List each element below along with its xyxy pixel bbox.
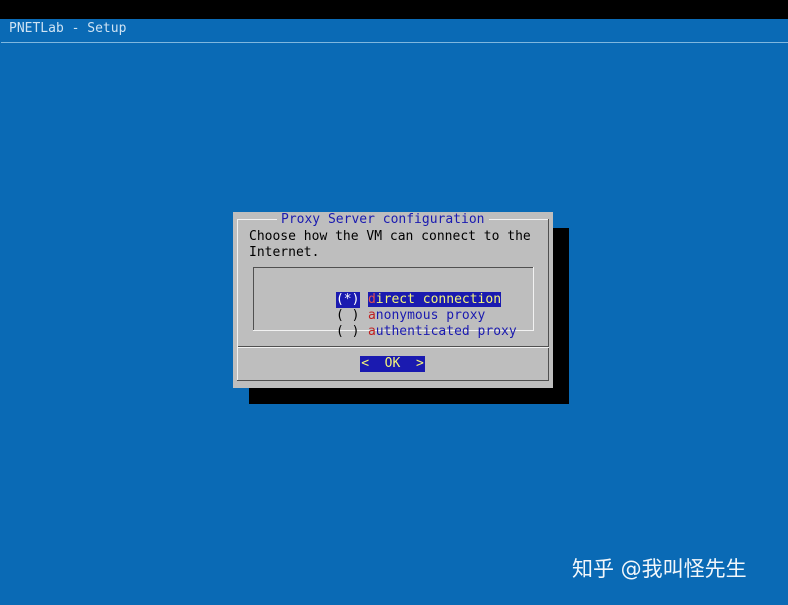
dialog-frame-right (548, 219, 549, 381)
dialog-frame-left (237, 219, 238, 381)
radio-button[interactable]: ( ) (336, 324, 360, 340)
backtitle-divider (1, 42, 788, 43)
option-label-text: uthenticated proxy (375, 324, 517, 339)
radiolist-box: (*) direct connection ( ) anonymous proxy … (253, 267, 534, 339)
ok-button[interactable]: < OK > (360, 356, 425, 372)
radiolist-border-top (253, 267, 534, 268)
radiolist-border-left (253, 267, 254, 331)
radiolist-border-right (533, 267, 534, 331)
prompt-line: Internet. (249, 245, 320, 260)
proxy-config-dialog: Proxy Server configuration Choose how th… (233, 212, 553, 388)
watermark: 知乎 @我叫怪先生 (572, 557, 747, 581)
option-label[interactable]: authenticated proxy (368, 324, 517, 339)
option-authenticated-proxy[interactable]: ( ) authenticated proxy (289, 308, 517, 356)
prompt-line: Choose how the VM can connect to the (249, 229, 531, 244)
dialog-frame-bottom (237, 380, 549, 381)
hotkey-letter: a (367, 324, 376, 339)
button-separator-highlight (238, 347, 549, 348)
dialog-prompt: Choose how the VM can connect to the Int… (249, 229, 545, 261)
dialog-title: Proxy Server configuration (277, 213, 489, 227)
backtitle: PNETLab - Setup (9, 21, 127, 36)
